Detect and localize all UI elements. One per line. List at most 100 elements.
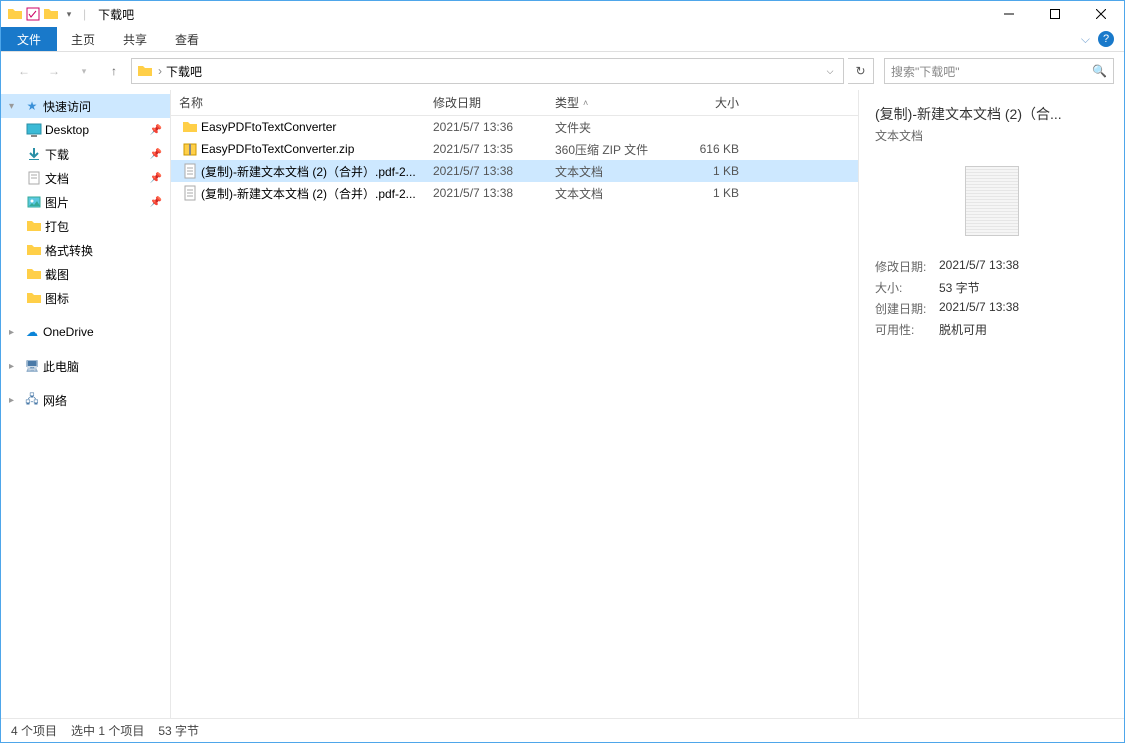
maximize-button[interactable] <box>1032 1 1078 27</box>
address-separator: › <box>158 64 162 78</box>
close-button[interactable] <box>1078 1 1124 27</box>
file-name: (复制)-新建文本文档 (2)（合并）.pdf-2... <box>201 185 433 202</box>
nav-label: OneDrive <box>43 325 94 339</box>
address-folder-icon <box>136 62 154 80</box>
column-headers: 名称 修改日期 类型˄ 大小 <box>171 90 858 116</box>
file-row[interactable]: EasyPDFtoTextConverter 2021/5/7 13:36 文件… <box>171 116 858 138</box>
sidebar-item[interactable]: 打包 <box>1 214 170 238</box>
ribbon-home-tab[interactable]: 主页 <box>57 27 109 51</box>
qat-properties-icon[interactable] <box>25 6 41 22</box>
recent-dropdown[interactable]: ▾ <box>71 58 97 84</box>
sidebar-item[interactable]: Desktop📌 <box>1 118 170 142</box>
sidebar-item[interactable]: 截图 <box>1 262 170 286</box>
nav-onedrive[interactable]: ▸ ☁ OneDrive <box>1 320 170 344</box>
pin-icon: 📌 <box>150 197 162 208</box>
meta-created-key: 创建日期: <box>875 300 933 317</box>
search-icon: 🔍 <box>1092 64 1107 78</box>
item-icon <box>25 147 43 161</box>
item-icon <box>25 218 43 234</box>
col-date[interactable]: 修改日期 <box>433 94 555 111</box>
item-icon <box>25 242 43 258</box>
search-box[interactable]: 搜索"下载吧" 🔍 <box>884 58 1114 84</box>
qat-open-icon[interactable] <box>43 6 59 22</box>
ribbon-view-tab[interactable]: 查看 <box>161 27 213 51</box>
caret-right-icon[interactable]: ▸ <box>9 327 21 338</box>
minimize-button[interactable] <box>986 1 1032 27</box>
pin-icon: 📌 <box>150 149 162 160</box>
file-name: (复制)-新建文本文档 (2)（合并）.pdf-2... <box>201 163 433 180</box>
item-icon <box>25 266 43 282</box>
title-bar: ▾ | 下载吧 <box>1 1 1124 27</box>
sidebar-item[interactable]: 格式转换 <box>1 238 170 262</box>
forward-button[interactable]: → <box>41 58 67 84</box>
address-dropdown-icon[interactable]: ⌵ <box>821 66 839 77</box>
ribbon-expand-icon[interactable]: ⌵ <box>1081 32 1090 47</box>
file-size: 1 KB <box>675 186 755 200</box>
col-name[interactable]: 名称 <box>179 94 433 111</box>
address-folder-name[interactable]: 下载吧 <box>166 63 821 80</box>
file-row[interactable]: (复制)-新建文本文档 (2)（合并）.pdf-2... 2021/5/7 13… <box>171 182 858 204</box>
file-type: 文本文档 <box>555 185 675 202</box>
meta-size-value: 53 字节 <box>939 279 1108 296</box>
sidebar-item[interactable]: 图片 📌 <box>1 190 170 214</box>
thispc-icon: 🖥 <box>23 359 41 373</box>
caret-right-icon[interactable]: ▸ <box>9 395 21 406</box>
up-button[interactable]: ↑ <box>101 58 127 84</box>
sidebar-item-label: 格式转换 <box>45 242 93 259</box>
status-bytes: 53 字节 <box>158 722 199 739</box>
back-button[interactable]: ← <box>11 58 37 84</box>
file-date: 2021/5/7 13:38 <box>433 164 555 178</box>
network-icon: 🖧 <box>23 390 41 411</box>
file-row[interactable]: EasyPDFtoTextConverter.zip 2021/5/7 13:3… <box>171 138 858 160</box>
file-type: 文件夹 <box>555 119 675 136</box>
col-size[interactable]: 大小 <box>675 94 755 111</box>
meta-avail-key: 可用性: <box>875 321 933 338</box>
nav-network[interactable]: ▸ 🖧 网络 <box>1 388 170 412</box>
item-icon <box>25 123 43 137</box>
sidebar-item-label: 文档 <box>45 170 69 187</box>
file-icon <box>179 119 201 135</box>
onedrive-icon: ☁ <box>23 325 41 339</box>
sidebar-item[interactable]: 文档📌 <box>1 166 170 190</box>
sidebar-item[interactable]: 图标 <box>1 286 170 310</box>
status-bar: 4 个项目 选中 1 个项目 53 字节 <box>1 718 1124 742</box>
address-bar[interactable]: › 下载吧 ⌵ <box>131 58 844 84</box>
preview-thumbnail <box>965 166 1019 236</box>
refresh-button[interactable]: ↻ <box>848 58 874 84</box>
sidebar-item-label: 图片 <box>45 194 69 211</box>
file-row[interactable]: (复制)-新建文本文档 (2)（合并）.pdf-2... 2021/5/7 13… <box>171 160 858 182</box>
file-name: EasyPDFtoTextConverter <box>201 120 433 134</box>
help-icon[interactable]: ? <box>1098 31 1114 47</box>
meta-modified-key: 修改日期: <box>875 258 933 275</box>
file-date: 2021/5/7 13:35 <box>433 142 555 156</box>
navigation-row: ← → ▾ ↑ › 下载吧 ⌵ ↻ 搜索"下载吧" 🔍 <box>1 52 1124 90</box>
nav-quick-access[interactable]: ▾ ★ 快速访问 <box>1 94 170 118</box>
sidebar-item-label: 下载 <box>45 146 69 163</box>
navigation-tree[interactable]: ▾ ★ 快速访问 Desktop📌下载📌文档📌图片📌打包格式转换截图图标 ▸ ☁… <box>1 90 171 718</box>
meta-avail-value: 脱机可用 <box>939 321 1108 338</box>
nav-thispc[interactable]: ▸ 🖥 此电脑 <box>1 354 170 378</box>
file-type: 文本文档 <box>555 163 675 180</box>
item-icon <box>25 290 43 306</box>
app-folder-icon <box>7 6 23 22</box>
meta-modified-value: 2021/5/7 13:38 <box>939 258 1108 275</box>
sidebar-item[interactable]: 下载 📌 <box>1 142 170 166</box>
nav-label: 此电脑 <box>43 358 79 375</box>
pin-icon: 📌 <box>150 125 162 136</box>
ribbon-share-tab[interactable]: 共享 <box>109 27 161 51</box>
qat-dropdown-icon[interactable]: ▾ <box>61 6 77 22</box>
caret-right-icon[interactable]: ▸ <box>9 361 21 372</box>
ribbon-file-tab[interactable]: 文件 <box>1 27 57 51</box>
search-placeholder: 搜索"下载吧" <box>891 63 1092 80</box>
quick-access-icon: ★ <box>23 99 41 113</box>
col-type[interactable]: 类型˄ <box>555 94 675 111</box>
sidebar-item-label: 打包 <box>45 218 69 235</box>
sort-asc-icon: ˄ <box>583 98 588 108</box>
caret-down-icon[interactable]: ▾ <box>9 101 21 112</box>
file-date: 2021/5/7 13:38 <box>433 186 555 200</box>
file-icon <box>179 141 201 157</box>
file-list: 名称 修改日期 类型˄ 大小 EasyPDFtoTextConverter 20… <box>171 90 858 718</box>
status-count: 4 个项目 <box>11 722 57 739</box>
qat-separator: | <box>83 7 86 21</box>
status-selection: 选中 1 个项目 <box>71 722 144 739</box>
